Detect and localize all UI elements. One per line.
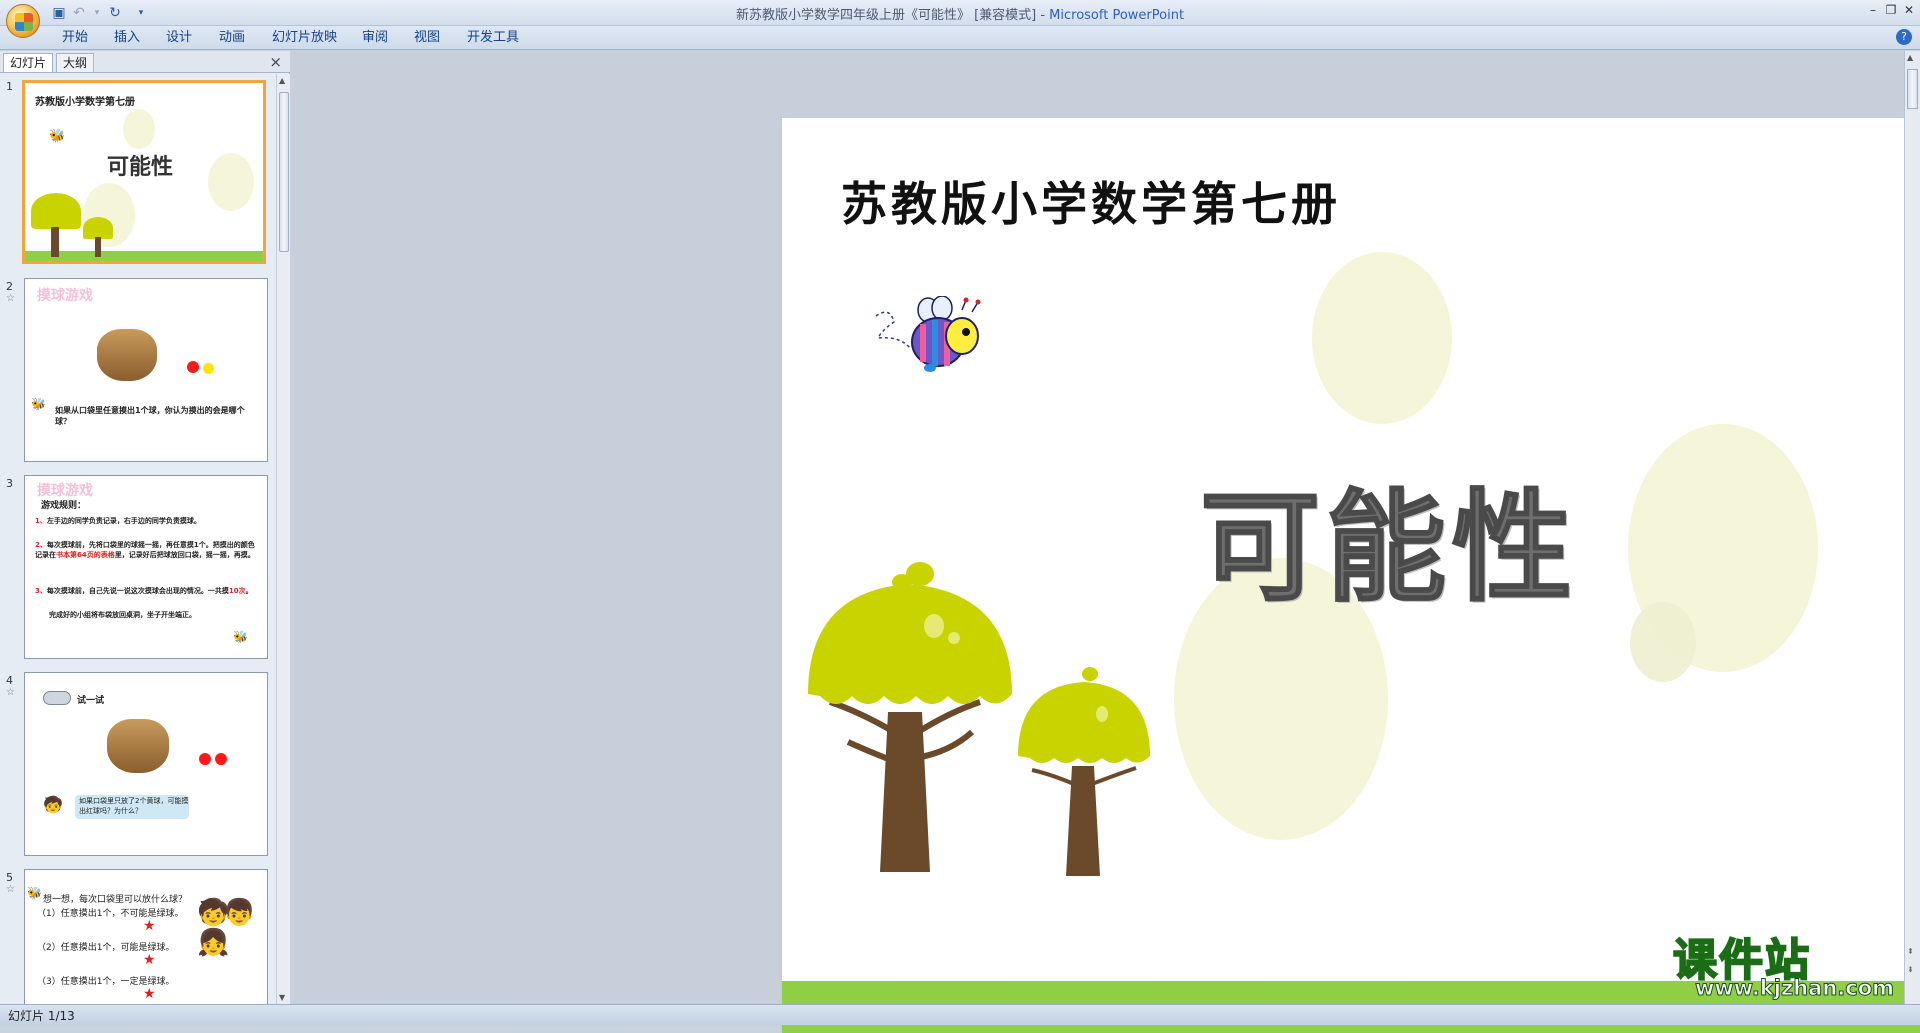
- rule-heading: 游戏规则：: [41, 501, 87, 511]
- bubble-shape: [1630, 602, 1696, 682]
- star-icon: ★: [143, 918, 156, 934]
- office-logo-icon: [15, 13, 33, 31]
- red-ball: [215, 753, 227, 765]
- pane-tabs: 幻灯片 大纲 ×: [0, 51, 290, 73]
- rule-item: 2、每次摸球前，先将口袋里的球摇一摇，再任意摸1个。把摸出的颜色记录在书本第64…: [35, 541, 255, 559]
- scroll-up-icon[interactable]: ▲: [1907, 53, 1913, 62]
- scroll-up-icon[interactable]: ▲: [279, 76, 285, 85]
- editor-scrollbar[interactable]: ▲ ⇞ ⇟: [1904, 51, 1920, 1004]
- child-figure-icon: 🧒: [43, 795, 63, 814]
- thumbnail-number: 5: [6, 871, 13, 884]
- bag-icon: [107, 719, 169, 773]
- car-icon: [43, 691, 71, 705]
- rule-item: 1、左手边的同学负责记录，右手边的同学负责摸球。: [35, 517, 201, 525]
- bubble-shape: [123, 109, 155, 149]
- bag-icon: [97, 329, 157, 381]
- tab-insert[interactable]: 插入: [114, 29, 140, 47]
- bubble-shape: [208, 153, 254, 211]
- thumbnail-number: 1: [6, 80, 13, 93]
- animation-star-icon: ☆: [6, 884, 15, 895]
- tree-trunk: [51, 227, 59, 257]
- office-button[interactable]: [6, 4, 40, 38]
- tab-animations[interactable]: 动画: [219, 29, 245, 47]
- tab-outline[interactable]: 大纲: [56, 53, 95, 72]
- animation-star-icon: ☆: [6, 687, 15, 698]
- star-icon: ★: [143, 952, 156, 968]
- bee-icon: 🐝: [233, 630, 248, 644]
- thumb-main-title: 可能性: [107, 155, 174, 180]
- title-bar: ▣ ↶ ▾ ↻ ▾ 新苏教版小学数学四年级上册《可能性》 [兼容模式] - Mi…: [0, 0, 1920, 38]
- red-ball: [199, 753, 211, 765]
- thumbnail-number: 2: [6, 280, 13, 293]
- scrollbar-thumb[interactable]: [1907, 69, 1918, 109]
- tree-small: [1018, 667, 1150, 876]
- thumbnail-list: 1 苏教版小学数学第七册 可能性 🐝 2 ☆ 摸球游戏 🐝 如果从口袋里任意摸出…: [0, 74, 275, 1004]
- thumb-item: （1）任意摸出1个，不可能是绿球。: [37, 909, 184, 919]
- minimize-icon[interactable]: –: [1864, 2, 1882, 18]
- thumbnail-slide-4[interactable]: 试一试 🧒 如果口袋里只放了2个黄球，可能摸出红球吗？为什么？: [24, 672, 268, 856]
- tree-canopy: [83, 217, 113, 239]
- thumb-question: 想一想，每次口袋里可以放什么球？: [43, 895, 188, 905]
- thumb-title: 摸球游戏: [37, 288, 93, 304]
- tab-slides[interactable]: 幻灯片: [3, 53, 54, 72]
- thumbnail-scrollbar[interactable]: ▲ ▼: [276, 74, 290, 1004]
- window-title: 新苏教版小学数学四年级上册《可能性》 [兼容模式] - Microsoft Po…: [0, 4, 1920, 23]
- slide-indicator: 幻灯片 1/13: [8, 1009, 75, 1023]
- scroll-down-icon[interactable]: ▼: [279, 993, 285, 1002]
- tab-slideshow[interactable]: 幻灯片放映: [272, 29, 337, 47]
- tab-view[interactable]: 视图: [414, 29, 440, 47]
- bee-icon: 🐝: [49, 129, 66, 144]
- slide-title[interactable]: 苏教版小学数学第七册: [841, 168, 1341, 234]
- thumbnail-slide-3[interactable]: 摸球游戏 游戏规则： 1、左手边的同学负责记录，右手边的同学负责摸球。 2、每次…: [24, 475, 268, 659]
- restore-icon[interactable]: ❐: [1882, 2, 1900, 18]
- site-watermark: 课件站 www.kjzhan.com: [1665, 924, 1905, 1004]
- bee-icon: 🐝: [31, 397, 46, 411]
- bubble-text: 如果口袋里只放了2个黄球，可能摸出红球吗？为什么？: [79, 797, 189, 815]
- thumbnail-slide-1[interactable]: 苏教版小学数学第七册 可能性 🐝: [22, 80, 266, 264]
- bee-icon: 🐝: [27, 886, 42, 900]
- thumbnail-number: 4: [6, 674, 13, 687]
- scrollbar-thumb[interactable]: [279, 92, 289, 252]
- tree-trunk: [95, 237, 101, 257]
- slide-editor: 苏教版小学数学第七册 可能性: [291, 51, 1920, 1033]
- thumbnail-slide-5[interactable]: 🐝 想一想，每次口袋里可以放什么球？ （1）任意摸出1个，不可能是绿球。 ★ （…: [24, 869, 268, 1004]
- tree-large: [808, 562, 1012, 872]
- star-icon: ★: [143, 986, 156, 1002]
- prev-slide-icon[interactable]: ⇞: [1907, 947, 1914, 956]
- tree-canopy: [31, 193, 81, 229]
- red-ball: [187, 361, 199, 373]
- tab-design[interactable]: 设计: [166, 29, 192, 47]
- bee-icon: [875, 296, 981, 372]
- thumbnail-slide-2[interactable]: 摸球游戏 🐝 如果从口袋里任意摸出1个球，你认为摸出的会是哪个球？: [24, 278, 268, 462]
- thumb-title: 摸球游戏: [37, 483, 93, 499]
- thumb-title: 试一试: [77, 696, 105, 706]
- next-slide-icon[interactable]: ⇟: [1907, 965, 1914, 974]
- watermark-url: www.kjzhan.com: [1694, 976, 1895, 1001]
- tab-review[interactable]: 审阅: [362, 29, 388, 47]
- slide-main-title[interactable]: 可能性: [1199, 450, 1578, 624]
- pane-close-icon[interactable]: ×: [269, 53, 282, 71]
- rule-item: 3、每次摸球前，自己先说一说这次摸球会出现的情况。一共摸10次。: [35, 587, 253, 595]
- help-icon[interactable]: ?: [1896, 29, 1912, 45]
- tab-home[interactable]: 开始: [62, 29, 88, 47]
- current-slide[interactable]: 苏教版小学数学第七册 可能性: [782, 118, 1920, 1033]
- status-bar: 幻灯片 1/13: [0, 1004, 1920, 1025]
- bubble-shape: [1312, 252, 1452, 424]
- thumb-title: 苏教版小学数学第七册: [35, 97, 135, 108]
- rule-footer: 完成好的小组将布袋放回桌洞，坐子开坐端正。: [49, 611, 196, 619]
- thumbnail-number: 3: [6, 477, 13, 490]
- tab-developer[interactable]: 开发工具: [467, 29, 519, 47]
- slides-pane: 幻灯片 大纲 × 1 苏教版小学数学第七册 可能性 🐝 2 ☆ 摸球游戏 🐝 如…: [0, 51, 290, 1004]
- close-icon[interactable]: ✕: [1900, 2, 1918, 18]
- ribbon-tabs: 开始 插入 设计 动画 幻灯片放映 审阅 视图 开发工具 ?: [0, 26, 1920, 50]
- grass-strip: [25, 251, 263, 261]
- yellow-ball: [203, 363, 214, 374]
- document-name: 新苏教版小学数学四年级上册《可能性》 [兼容模式] -: [735, 8, 1050, 23]
- thumb-question: 如果从口袋里任意摸出1个球，你认为摸出的会是哪个球？: [55, 406, 245, 426]
- children-figures-icon: 🧒👦👧: [197, 898, 256, 958]
- app-name: Microsoft PowerPoint: [1049, 8, 1185, 23]
- animation-star-icon: ☆: [6, 293, 15, 304]
